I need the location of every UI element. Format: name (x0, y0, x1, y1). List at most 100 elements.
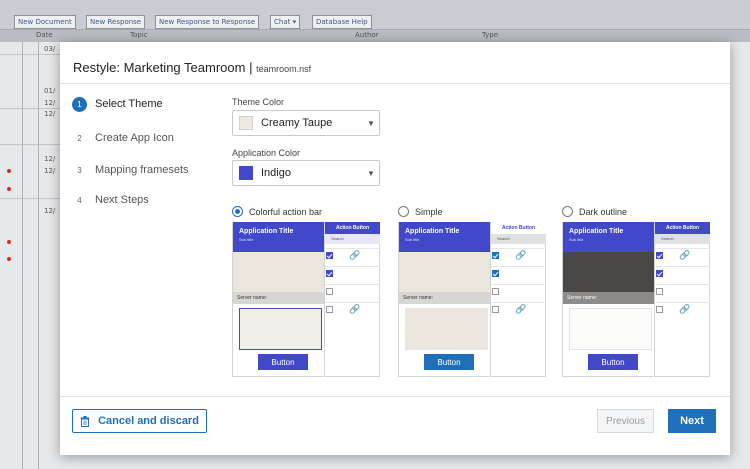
preview-app-title: Application Title (569, 228, 624, 235)
style-option-colorful[interactable]: Colorful action bar (232, 206, 322, 217)
radio-label: Simple (415, 206, 443, 217)
preview-main: Application Title Sub title Server name:… (398, 222, 490, 377)
application-color-select[interactable]: Indigo ▼ (232, 160, 380, 186)
radio-label: Dark outline (579, 206, 628, 217)
preview-button: Button (258, 354, 308, 370)
style-option-dark-outline[interactable]: Dark outline (562, 206, 627, 217)
row-date[interactable]: 03/ (44, 45, 55, 53)
preview-content-box (405, 308, 488, 350)
preview-colorful[interactable]: Application Title Sub title Server name:… (232, 222, 380, 377)
preview-titlebar: Application Title Sub title (233, 222, 324, 252)
preview-row: 🔗 (655, 302, 710, 316)
theme-color-swatch (239, 116, 253, 130)
chat-button[interactable]: Chat ▾ (270, 15, 301, 29)
view-left-area: 03/ 01/ 12/ 12/ 12/ 12/ 12/ (0, 42, 60, 469)
step-next-steps[interactable]: 4 Next Steps (72, 191, 149, 209)
checkbox-checked-icon (656, 252, 663, 259)
new-document-button[interactable]: New Document (14, 15, 76, 29)
chevron-down-icon: ▾ (292, 18, 297, 26)
column-author[interactable]: Author (355, 31, 379, 39)
preview-titlebar: Application Title Sub title (563, 222, 654, 252)
cancel-and-discard-button[interactable]: Cancel and discard (72, 409, 207, 433)
checkbox-icon (492, 288, 499, 295)
row-date[interactable]: 01/ (44, 87, 55, 95)
preview-side: Action Button Search 🔗 🔗 (654, 222, 710, 377)
checkbox-icon (492, 306, 499, 313)
chevron-down-icon: ▼ (367, 168, 375, 178)
preview-row (325, 266, 380, 280)
view-right-area (730, 42, 750, 469)
theme-color-label: Theme Color (232, 97, 285, 107)
preview-action-button: Action Button (655, 222, 710, 234)
checkbox-icon (656, 288, 663, 295)
preview-row: 🔗 (491, 302, 546, 316)
row-divider (0, 54, 60, 55)
theme-color-select[interactable]: Creamy Taupe ▼ (232, 110, 380, 136)
radio-button[interactable] (398, 206, 409, 217)
radio-button[interactable] (562, 206, 573, 217)
preview-server-name: Server name: (563, 292, 654, 304)
preview-row: 🔗 (325, 302, 380, 316)
radio-label: Colorful action bar (249, 206, 323, 217)
step-create-app-icon[interactable]: 2 Create App Icon (72, 129, 174, 147)
column-line (22, 42, 23, 469)
row-date[interactable]: 12/ (44, 155, 55, 163)
link-icon: 🔗 (679, 304, 691, 314)
step-number: 3 (77, 165, 82, 175)
preview-row (655, 266, 710, 280)
preview-simple[interactable]: Application Title Sub title Server name:… (398, 222, 546, 377)
step-mapping-framesets[interactable]: 3 Mapping framesets (72, 161, 189, 179)
unread-dot-icon (7, 257, 11, 261)
database-help-button[interactable]: Database Help (312, 15, 372, 29)
notes-toolbar: New Document New Response New Response t… (0, 0, 750, 30)
row-divider (0, 144, 60, 145)
step-number: 1 (72, 96, 87, 112)
preview-row: 🔗 (325, 248, 380, 262)
preview-row (655, 284, 710, 298)
next-button[interactable]: Next (668, 409, 716, 433)
preview-row: 🔗 (491, 248, 546, 262)
header-divider (60, 83, 730, 84)
radio-button[interactable] (232, 206, 243, 217)
new-response-to-response-button[interactable]: New Response to Response (155, 15, 260, 29)
preview-dark-outline[interactable]: Application Title Sub title Server name:… (562, 222, 710, 377)
style-option-simple[interactable]: Simple (398, 206, 443, 217)
step-label: Next Steps (95, 194, 149, 206)
link-icon: 🔗 (679, 250, 691, 260)
checkbox-checked-icon (326, 252, 333, 259)
checkbox-icon (656, 306, 663, 313)
theme-color-value: Creamy Taupe (261, 117, 333, 129)
row-date[interactable]: 12/ (44, 207, 55, 215)
step-label: Create App Icon (95, 132, 174, 144)
preview-row (491, 284, 546, 298)
preview-main: Application Title Sub title Server name:… (562, 222, 654, 377)
title-separator: | (249, 60, 253, 75)
dialog-title: Restyle: Marketing Teamroom | teamroom.n… (73, 60, 311, 75)
preview-app-title: Application Title (239, 228, 294, 235)
row-date[interactable]: 12/ (44, 99, 55, 107)
column-type[interactable]: Type (482, 31, 498, 39)
preview-row (325, 284, 380, 298)
column-date[interactable]: Date (36, 31, 53, 39)
application-color-label: Application Color (232, 148, 301, 158)
step-label: Mapping framesets (95, 164, 189, 176)
previous-button[interactable]: Previous (597, 409, 654, 433)
view-bottom-area (60, 455, 730, 469)
column-topic[interactable]: Topic (130, 31, 148, 39)
preview-subtitle: Sub title (239, 237, 254, 242)
restyle-dialog: Restyle: Marketing Teamroom | teamroom.n… (60, 42, 730, 455)
cancel-label: Cancel and discard (98, 415, 199, 427)
row-date[interactable]: 12/ (44, 167, 55, 175)
step-number: 2 (77, 133, 82, 143)
unread-dot-icon (7, 169, 11, 173)
row-date[interactable]: 12/ (44, 110, 55, 118)
footer-divider (60, 396, 730, 397)
preview-search: Search (655, 234, 710, 244)
checkbox-icon (326, 288, 333, 295)
step-select-theme[interactable]: 1 Select Theme (72, 95, 163, 113)
unread-dot-icon (7, 240, 11, 244)
new-response-button[interactable]: New Response (86, 15, 146, 29)
view-column-header: Date Topic Author Type (0, 30, 750, 42)
checkbox-checked-icon (492, 252, 499, 259)
preview-search: Search (325, 234, 380, 244)
